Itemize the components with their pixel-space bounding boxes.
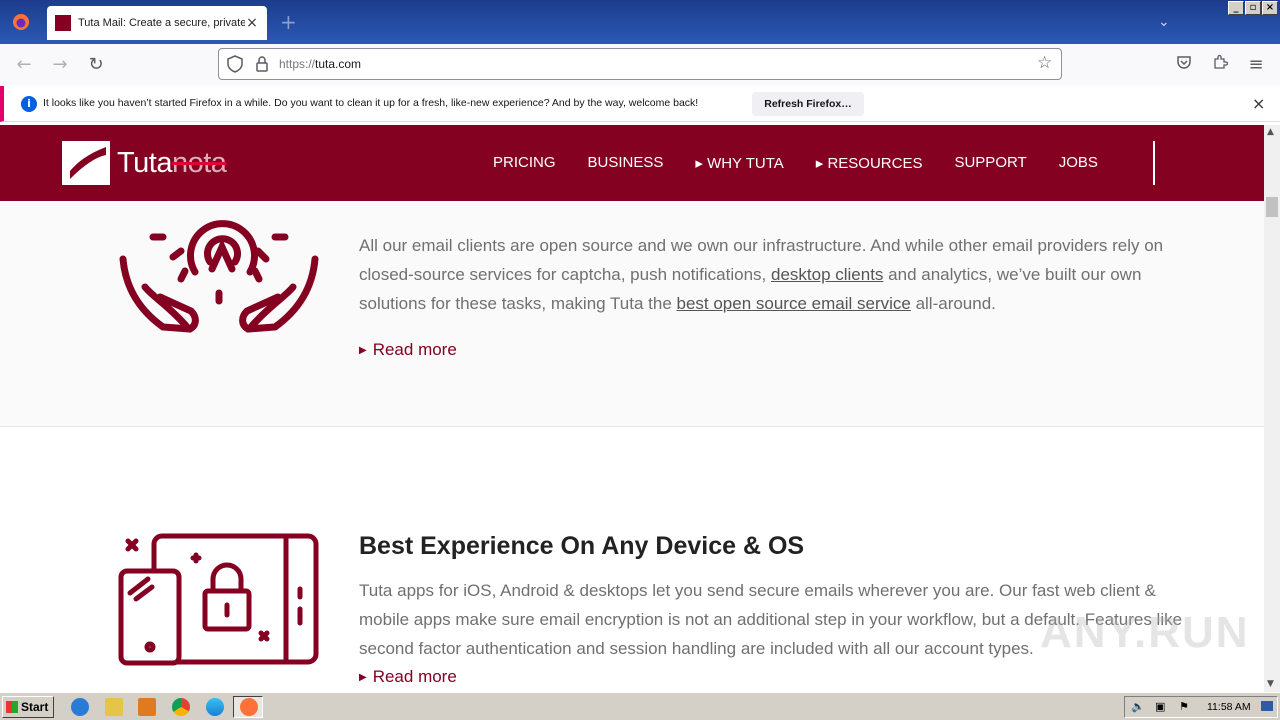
nav-divider <box>1153 141 1155 185</box>
firefox-menu-icon[interactable] <box>0 0 42 44</box>
url-host: tuta.com <box>315 57 362 71</box>
url-bar[interactable]: https://tuta.com ☆ <box>218 48 1062 80</box>
close-notification-icon[interactable]: × <box>1252 94 1265 113</box>
read-more-link[interactable]: ▶ Read more <box>359 340 457 360</box>
new-tab-icon[interactable]: + <box>280 12 297 32</box>
navigation-toolbar: ← → ↻ https://tuta.com ☆ ≡ <box>0 44 1280 86</box>
windows-taskbar: Start 🔈 ▣ ⚑ 11:58 AM <box>0 692 1280 720</box>
tab-strip: Tuta Mail: Create a secure, private × + … <box>0 0 1280 44</box>
shield-icon[interactable] <box>227 55 243 77</box>
lock-icon[interactable] <box>255 55 269 77</box>
paragraph-text: all-around. <box>910 294 996 313</box>
window-controls: _ ▫ × <box>1228 1 1278 15</box>
close-tab-icon[interactable]: × <box>245 15 259 31</box>
url-text[interactable]: https://tuta.com <box>279 57 361 71</box>
file-explorer-icon[interactable] <box>105 698 123 716</box>
web-page: All our email clients are open source an… <box>0 125 1264 692</box>
refresh-firefox-button[interactable]: Refresh Firefox… <box>752 92 864 116</box>
best-open-source-email-link[interactable]: best open source email service <box>677 294 911 313</box>
clock: 11:58 AM <box>1207 701 1251 713</box>
windows-logo-icon <box>6 701 18 713</box>
hamburger-menu-icon[interactable]: ≡ <box>1245 54 1267 76</box>
bookmark-star-icon[interactable]: ☆ <box>1037 53 1052 73</box>
start-label: Start <box>21 700 49 714</box>
firefox-icon <box>240 698 258 716</box>
tuta-logo[interactable]: Tutanota <box>62 141 227 185</box>
section-heading: Best Experience On Any Device & OS <box>359 532 805 560</box>
internet-explorer-icon[interactable] <box>71 698 89 716</box>
show-desktop-icon[interactable] <box>1261 701 1273 711</box>
logo-main-text: Tuta <box>117 146 172 179</box>
page-scrollbar[interactable]: ▲ ▼ <box>1264 125 1280 692</box>
edge-icon[interactable] <box>206 698 224 716</box>
volume-icon[interactable]: 🔈 <box>1131 700 1145 713</box>
open-source-hands-icon <box>119 220 319 333</box>
flag-icon[interactable]: ⚑ <box>1179 700 1189 713</box>
devices-lock-icon <box>118 533 319 666</box>
close-window-button[interactable]: × <box>1262 1 1278 15</box>
scroll-thumb[interactable] <box>1266 197 1278 217</box>
list-all-tabs-icon[interactable]: ⌄ <box>1158 14 1170 30</box>
chrome-icon[interactable] <box>172 698 190 716</box>
nav-why-tuta[interactable]: ▸ WHY TUTA <box>695 154 783 172</box>
start-button[interactable]: Start <box>2 696 54 718</box>
url-scheme: https:// <box>279 57 316 71</box>
pocket-icon[interactable] <box>1173 54 1195 76</box>
read-more-label: Read more <box>372 667 457 686</box>
tab-tuta[interactable]: Tuta Mail: Create a secure, private × <box>47 6 267 40</box>
scroll-up-icon[interactable]: ▲ <box>1267 127 1274 137</box>
triangle-icon: ▶ <box>359 672 367 683</box>
site-header: Tutanota PRICING BUSINESS ▸ WHY TUTA ▸ R… <box>0 125 1264 201</box>
anyrun-watermark: ANY.RUN <box>1040 608 1250 657</box>
logo-wordmark: Tutanota <box>117 146 227 180</box>
nav-support[interactable]: SUPPORT <box>954 154 1026 172</box>
info-icon: i <box>21 96 37 112</box>
read-more-link[interactable]: ▶ Read more <box>359 667 457 687</box>
open-source-paragraph: All our email clients are open source an… <box>359 231 1189 318</box>
tuta-favicon-icon <box>55 15 71 31</box>
back-icon[interactable]: ← <box>13 54 35 76</box>
reload-icon[interactable]: ↻ <box>85 54 107 76</box>
minimize-button[interactable]: _ <box>1228 1 1244 15</box>
nav-pricing[interactable]: PRICING <box>493 154 556 172</box>
nav-business[interactable]: BUSINESS <box>588 154 664 172</box>
forward-icon[interactable]: → <box>49 54 71 76</box>
read-more-label: Read more <box>372 340 457 359</box>
nav-resources[interactable]: ▸ RESOURCES <box>816 154 923 172</box>
extensions-icon[interactable] <box>1209 54 1231 76</box>
logo-struck-text: nota <box>171 146 227 179</box>
system-tray: 🔈 ▣ ⚑ 11:58 AM <box>1124 696 1278 718</box>
taskbar-firefox-button[interactable] <box>233 696 263 718</box>
tuta-logo-icon <box>62 141 110 185</box>
desktop-clients-link[interactable]: desktop clients <box>771 265 883 284</box>
scroll-down-icon[interactable]: ▼ <box>1267 679 1274 689</box>
notification-text: It looks like you haven’t started Firefo… <box>43 97 699 109</box>
network-icon[interactable]: ▣ <box>1155 700 1165 713</box>
triangle-icon: ▶ <box>359 345 367 356</box>
nav-jobs[interactable]: JOBS <box>1059 154 1098 172</box>
site-nav: PRICING BUSINESS ▸ WHY TUTA ▸ RESOURCES … <box>493 154 1130 172</box>
tab-title: Tuta Mail: Create a secure, private <box>78 17 245 29</box>
media-player-icon[interactable] <box>138 698 156 716</box>
notification-bar: i It looks like you haven’t started Fire… <box>0 86 1280 122</box>
restore-button[interactable]: ▫ <box>1245 1 1261 15</box>
